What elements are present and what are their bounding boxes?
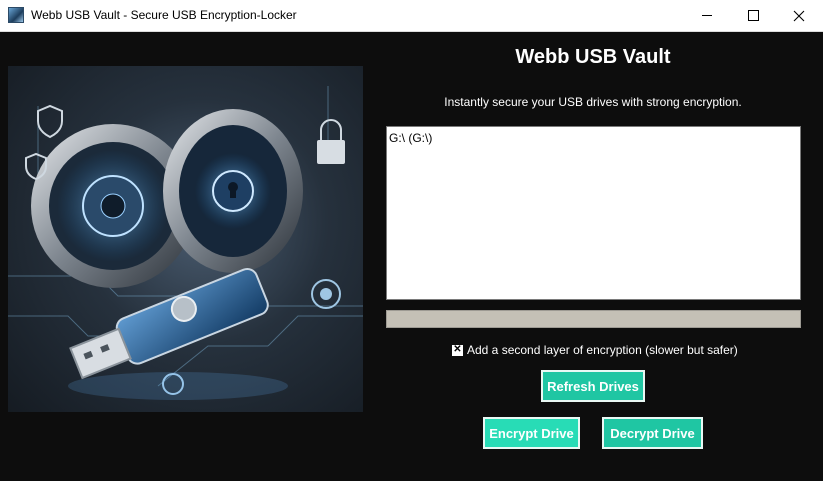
app-icon (8, 7, 24, 23)
maximize-button[interactable] (730, 0, 776, 31)
app-subtitle: Instantly secure your USB drives with st… (444, 95, 742, 109)
second-layer-label: Add a second layer of encryption (slower… (467, 343, 738, 357)
drive-list-item[interactable]: G:\ (G:\) (389, 131, 798, 146)
encrypt-drive-button[interactable]: Encrypt Drive (483, 417, 580, 449)
refresh-drives-button[interactable]: Refresh Drives (541, 370, 645, 402)
minimize-button[interactable] (684, 0, 730, 31)
window-title: Webb USB Vault - Secure USB Encryption-L… (31, 8, 297, 22)
title-bar: Webb USB Vault - Secure USB Encryption-L… (0, 0, 823, 32)
checkbox-check-icon: ✕ (453, 344, 462, 355)
main-content: Webb USB Vault Instantly secure your USB… (0, 32, 823, 481)
maximize-icon (747, 10, 759, 21)
second-layer-option[interactable]: ✕ Add a second layer of encryption (slow… (452, 342, 738, 358)
decrypt-drive-button[interactable]: Decrypt Drive (602, 417, 703, 449)
second-layer-checkbox[interactable]: ✕ (452, 344, 463, 356)
close-button[interactable] (776, 0, 822, 31)
close-icon (793, 10, 805, 21)
hero-image (8, 66, 363, 412)
minimize-icon (702, 15, 712, 16)
app-title: Webb USB Vault (515, 46, 671, 68)
usb-vault-illustration (8, 86, 363, 400)
drive-listbox[interactable]: G:\ (G:\) (386, 126, 801, 300)
progress-bar (386, 310, 801, 328)
